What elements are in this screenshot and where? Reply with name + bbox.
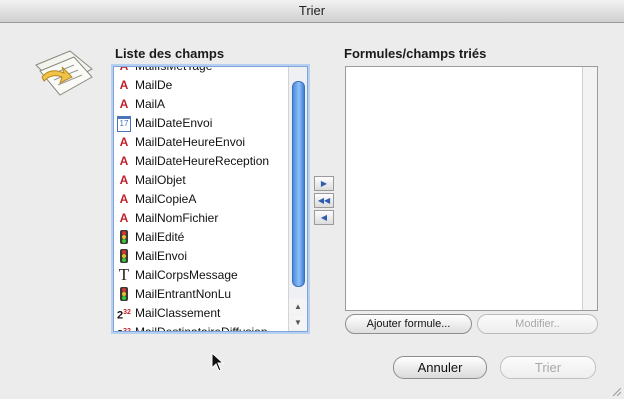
list-item-label: MailDateHeureEnvoi bbox=[135, 135, 246, 149]
list-item-label: MailCopieA bbox=[135, 192, 197, 206]
list-item-label: MailNomFichier bbox=[135, 211, 219, 225]
list-item[interactable]: A MailDateHeureReception bbox=[114, 152, 286, 171]
big-t-icon: T bbox=[118, 265, 130, 284]
traffic-light-icon bbox=[117, 230, 131, 244]
mouse-pointer-icon bbox=[211, 352, 225, 372]
text-a-icon: A bbox=[119, 78, 129, 92]
list-item[interactable]: A MailA bbox=[114, 95, 286, 114]
list-item[interactable]: MailEnvoi bbox=[114, 247, 286, 266]
traffic-light-icon bbox=[117, 249, 131, 263]
fields-list-scrollbar[interactable]: ▲ ▼ bbox=[288, 67, 307, 331]
remove-all-arrow-button[interactable]: ◀◀ bbox=[314, 193, 334, 208]
text-a-icon: A bbox=[119, 66, 129, 73]
list-item-label: MailCorpsMessage bbox=[135, 268, 238, 282]
list-item-label: MailEntrantNonLu bbox=[135, 287, 232, 301]
list-item[interactable]: A MailDateHeureEnvoi bbox=[114, 133, 286, 152]
text-a-icon: A bbox=[119, 192, 129, 206]
sorted-fields-list[interactable] bbox=[345, 66, 598, 311]
window-title: Trier bbox=[298, 3, 326, 18]
resize-grip-icon[interactable] bbox=[611, 386, 621, 396]
list-item-label: MailEnvoi bbox=[135, 249, 188, 263]
remove-field-arrow-button[interactable]: ◀ bbox=[314, 210, 334, 225]
list-item[interactable]: 232 MailClassement bbox=[114, 304, 286, 323]
list-item-label: MailDateEnvoi bbox=[135, 116, 213, 130]
number-icon: 232 bbox=[117, 328, 131, 332]
list-item[interactable]: T MailCorpsMessage bbox=[114, 266, 286, 285]
sort-label: Trier bbox=[534, 360, 562, 375]
list-item-label: MailEdité bbox=[135, 230, 185, 244]
number-icon: 232 bbox=[117, 309, 131, 322]
list-item[interactable]: 232 MailDestinataireDiffusion bbox=[114, 323, 286, 332]
list-item[interactable]: A MailObjet bbox=[114, 171, 286, 190]
add-field-arrow-button[interactable]: ▶ bbox=[314, 176, 334, 191]
cancel-label: Annuler bbox=[417, 360, 463, 375]
list-item-label: MailIsMetTage bbox=[135, 66, 213, 73]
list-item-label: MailDateHeureReception bbox=[135, 154, 270, 168]
add-formula-button[interactable]: Ajouter formule... bbox=[345, 314, 472, 334]
list-item[interactable]: 17 MailDateEnvoi bbox=[114, 114, 286, 133]
fields-list-heading: Liste des champs bbox=[115, 46, 225, 61]
list-item-label: MailDestinataireDiffusion bbox=[135, 325, 268, 332]
traffic-light-icon bbox=[117, 287, 131, 301]
list-item[interactable]: MailEdité bbox=[114, 228, 286, 247]
list-item[interactable]: A MailCopieA bbox=[114, 190, 286, 209]
modify-button[interactable]: Modifier.. bbox=[477, 314, 598, 334]
list-item-label: MailClassement bbox=[135, 306, 221, 320]
fields-list[interactable]: A MailIsMetTage A MailDe A MailA 17 Mail… bbox=[113, 66, 308, 332]
sort-button[interactable]: Trier bbox=[500, 356, 596, 379]
modify-label: Modifier.. bbox=[515, 318, 560, 330]
list-item-label: MailObjet bbox=[135, 173, 186, 187]
text-a-icon: A bbox=[119, 173, 129, 187]
sorted-fields-scrollbar[interactable] bbox=[582, 67, 597, 310]
list-item[interactable]: A MailIsMetTage bbox=[114, 66, 286, 76]
list-item-label: MailDe bbox=[135, 78, 173, 92]
sorted-fields-heading: Formules/champs triés bbox=[344, 46, 487, 61]
list-item-label: MailA bbox=[135, 97, 166, 111]
text-a-icon: A bbox=[119, 97, 129, 111]
scroll-thumb[interactable] bbox=[292, 81, 305, 287]
list-item[interactable]: A MailNomFichier bbox=[114, 209, 286, 228]
list-item[interactable]: MailEntrantNonLu bbox=[114, 285, 286, 304]
calendar-icon: 17 bbox=[117, 116, 131, 132]
scroll-down-arrow-icon[interactable]: ▼ bbox=[289, 315, 307, 330]
add-formula-label: Ajouter formule... bbox=[366, 318, 451, 330]
title-bar: Trier bbox=[0, 0, 624, 23]
list-item[interactable]: A MailDe bbox=[114, 76, 286, 95]
sort-document-icon bbox=[35, 50, 93, 96]
cancel-button[interactable]: Annuler bbox=[393, 356, 487, 379]
text-a-icon: A bbox=[119, 135, 129, 149]
text-a-icon: A bbox=[119, 211, 129, 225]
scroll-up-arrow-icon[interactable]: ▲ bbox=[289, 299, 307, 314]
text-a-icon: A bbox=[119, 154, 129, 168]
